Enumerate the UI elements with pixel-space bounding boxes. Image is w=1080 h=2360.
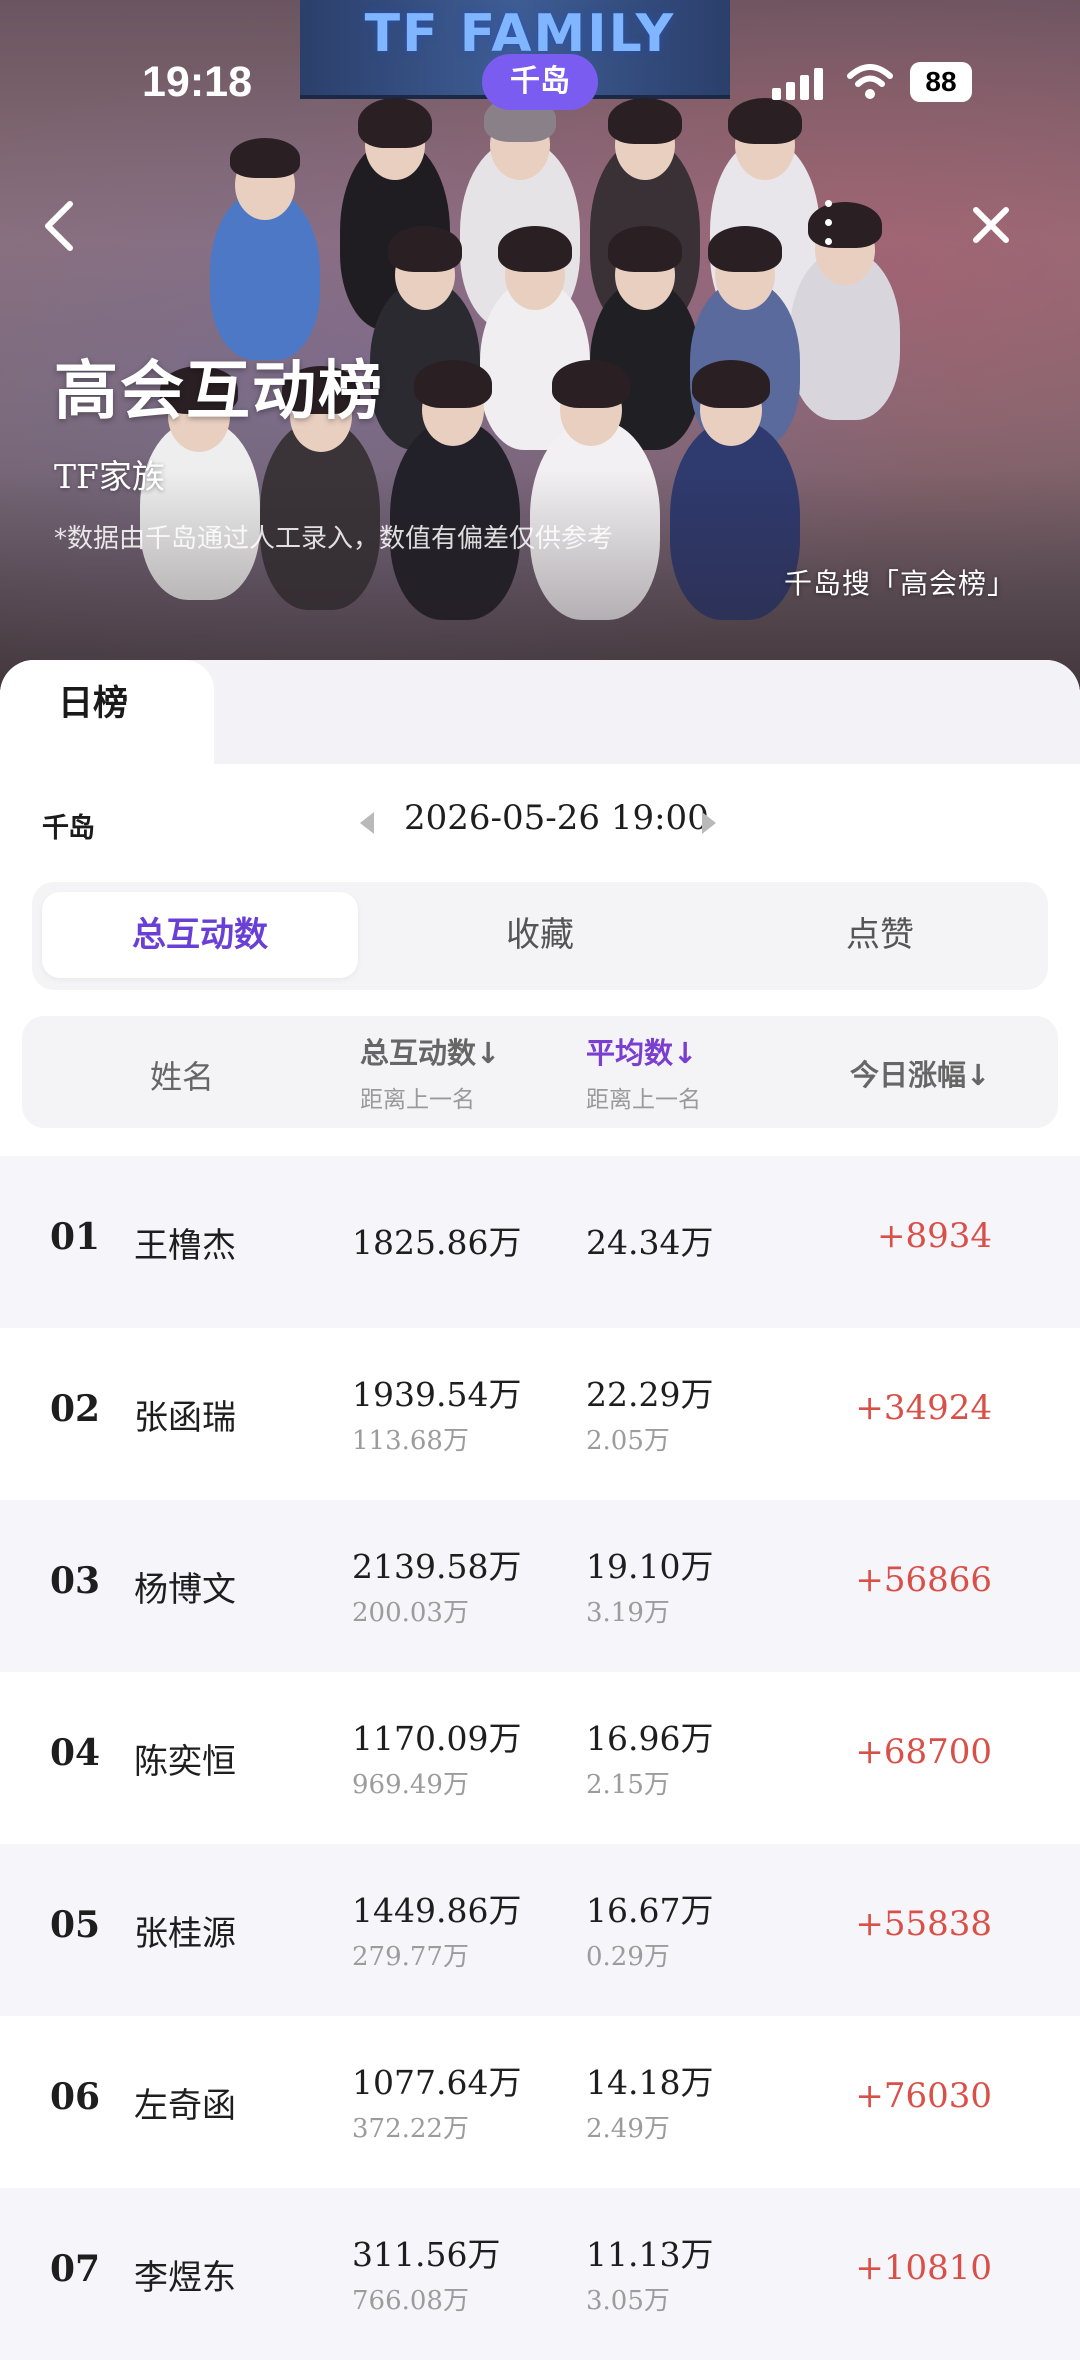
rank-number: 04 [50, 1732, 101, 1774]
average-value: 16.96万 [586, 1719, 714, 1758]
total-interactions: 1449.86万 [352, 1891, 522, 1930]
today-change: +10810 [855, 2248, 992, 2288]
rank-number: 05 [50, 1904, 101, 1946]
total-interactions: 1825.86万 [352, 1223, 522, 1262]
close-icon[interactable] [966, 200, 1016, 250]
date-label: 2026-05-26 19:00 [404, 798, 709, 838]
total-interactions: 2139.58万 [352, 1547, 522, 1586]
segment-likes[interactable]: 点赞 [722, 892, 1038, 978]
next-date-icon[interactable] [702, 812, 716, 834]
wifi-icon [847, 64, 893, 99]
column-today-change[interactable]: 今日涨幅↓ [850, 1052, 990, 1094]
member-name: 张桂源 [134, 1914, 236, 1954]
page-subtitle: TF家族 [54, 457, 165, 496]
member-name: 张函瑞 [134, 1398, 236, 1438]
average-value: 14.18万 [586, 2063, 714, 2102]
today-change: +34924 [855, 1388, 992, 1428]
rank-number: 07 [50, 2248, 101, 2290]
today-change: +56866 [855, 1560, 992, 1600]
metric-segmented-control: 总互动数 收藏 点赞 [32, 882, 1048, 990]
average-gap: 3.05万 [586, 2286, 670, 2316]
today-change: +8934 [876, 1216, 992, 1256]
rank-number: 06 [50, 2076, 101, 2118]
total-gap: 372.22万 [352, 2114, 469, 2144]
today-change: +55838 [855, 1904, 992, 1944]
average-gap: 2.15万 [586, 1770, 670, 1800]
average-value: 22.29万 [586, 1375, 714, 1414]
previous-date-icon[interactable] [360, 812, 374, 834]
hero-banner: TF FAMILY 19:18 千岛 88 高会互动榜 TF家族 *数据由千岛通… [0, 0, 1080, 690]
today-change: +76030 [855, 2076, 992, 2116]
average-gap: 0.29万 [586, 1942, 670, 1972]
average-value: 19.10万 [586, 1547, 714, 1586]
today-change: +68700 [855, 1732, 992, 1772]
app-badge: 千岛 [482, 54, 598, 110]
data-disclaimer: *数据由千岛通过人工录入，数值有偏差仅供参考 [54, 524, 614, 554]
brand-logo: 千岛 [42, 813, 95, 844]
search-hint: 千岛搜「高会榜」 [783, 567, 1016, 600]
table-row[interactable]: 06 左奇函 1077.64万 372.22万 14.18万 2.49万 +76… [0, 2016, 1080, 2188]
total-gap: 200.03万 [352, 1598, 469, 1628]
average-value: 24.34万 [586, 1223, 714, 1262]
average-gap: 3.19万 [586, 1598, 670, 1628]
member-name: 杨博文 [134, 1570, 236, 1610]
tab-strip: 日榜 [0, 660, 1080, 764]
rank-number: 01 [50, 1216, 101, 1258]
column-total-interactions[interactable]: 总互动数↓ 距离上一名 [360, 1030, 500, 1114]
page-title: 高会互动榜 [54, 355, 384, 429]
average-value: 11.13万 [586, 2235, 714, 2274]
total-interactions: 1077.64万 [352, 2063, 522, 2102]
tab-daily[interactable]: 日榜 [0, 660, 214, 764]
column-average[interactable]: 平均数↓ 距离上一名 [586, 1030, 701, 1114]
average-gap: 2.49万 [586, 2114, 670, 2144]
back-icon[interactable] [36, 196, 86, 256]
member-name: 李煜东 [134, 2258, 236, 2298]
table-row[interactable]: 07 李煜东 311.56万 766.08万 11.13万 3.05万 +108… [0, 2188, 1080, 2360]
total-interactions: 311.56万 [352, 2235, 501, 2274]
ranking-list: 01 王橹杰 1825.86万 24.34万 +8934 02 张函瑞 1939… [0, 1156, 1080, 2360]
total-interactions: 1170.09万 [352, 1719, 522, 1758]
total-gap: 969.49万 [352, 1770, 469, 1800]
segment-total-interactions[interactable]: 总互动数 [42, 892, 358, 978]
more-icon[interactable] [818, 196, 838, 250]
table-row[interactable]: 04 陈奕恒 1170.09万 969.49万 16.96万 2.15万 +68… [0, 1672, 1080, 1844]
total-interactions: 1939.54万 [352, 1375, 522, 1414]
segment-favorites[interactable]: 收藏 [382, 892, 698, 978]
signal-icon [772, 66, 826, 100]
member-name: 左奇函 [134, 2086, 236, 2126]
total-gap: 279.77万 [352, 1942, 469, 1972]
member-name: 王橹杰 [134, 1226, 236, 1266]
status-time: 19:18 [142, 58, 252, 106]
table-row[interactable]: 01 王橹杰 1825.86万 24.34万 +8934 [0, 1156, 1080, 1328]
column-name: 姓名 [150, 1058, 215, 1096]
ranking-sheet: 日榜 千岛 2026-05-26 19:00 总互动数 收藏 点赞 姓名 总互动… [0, 660, 1080, 2360]
total-gap: 113.68万 [352, 1426, 469, 1456]
table-row[interactable]: 05 张桂源 1449.86万 279.77万 16.67万 0.29万 +55… [0, 1844, 1080, 2016]
average-value: 16.67万 [586, 1891, 714, 1930]
average-gap: 2.05万 [586, 1426, 670, 1456]
total-gap: 766.08万 [352, 2286, 469, 2316]
table-row[interactable]: 02 张函瑞 1939.54万 113.68万 22.29万 2.05万 +34… [0, 1328, 1080, 1500]
table-header: 姓名 总互动数↓ 距离上一名 平均数↓ 距离上一名 今日涨幅↓ [22, 1016, 1058, 1128]
rank-number: 03 [50, 1560, 101, 1602]
table-row[interactable]: 03 杨博文 2139.58万 200.03万 19.10万 3.19万 +56… [0, 1500, 1080, 1672]
rank-number: 02 [50, 1388, 101, 1430]
battery-icon: 88 [910, 62, 972, 102]
member-name: 陈奕恒 [134, 1742, 236, 1782]
